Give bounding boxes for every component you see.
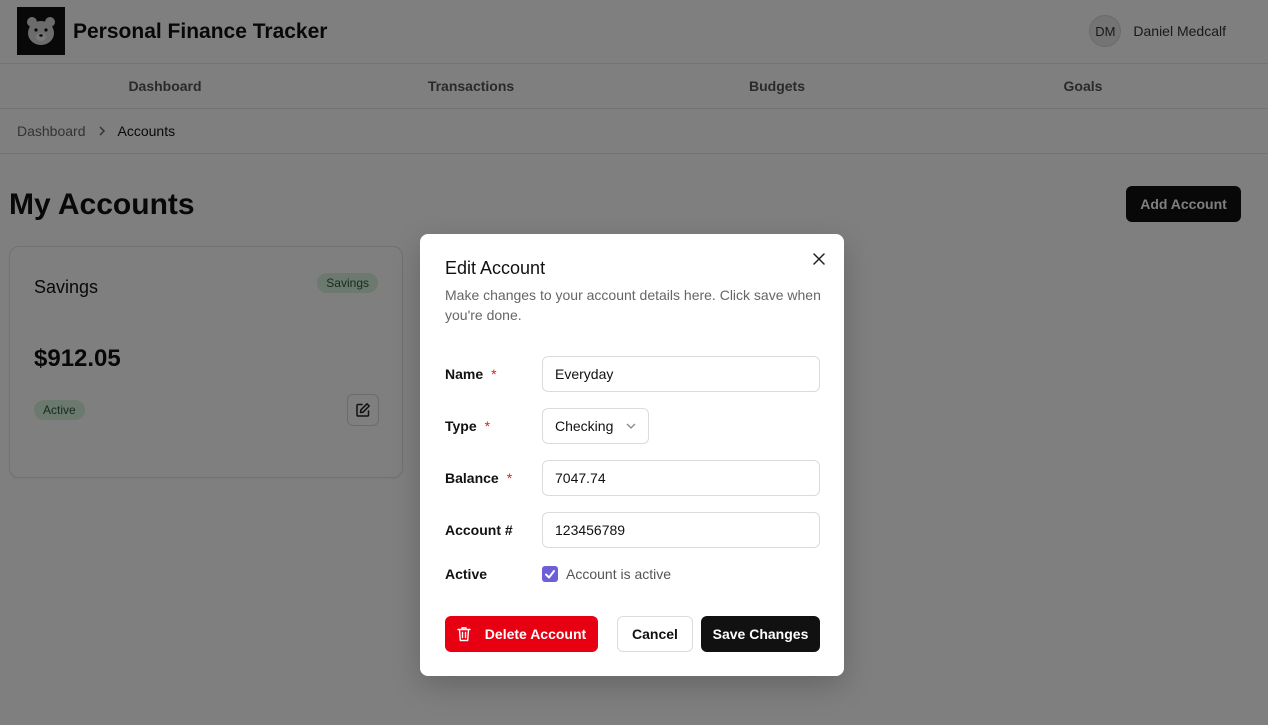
name-input[interactable] [542,356,820,392]
balance-label: Balance * [445,470,512,486]
dialog-title: Edit Account [445,258,546,278]
required-marker: * [484,418,491,434]
required-marker: * [491,366,497,382]
account-number-label: Account # [445,522,513,538]
close-button[interactable] [810,250,828,268]
balance-label-text: Balance [445,470,499,486]
type-select-value: Checking [555,418,614,434]
save-changes-button[interactable]: Save Changes [701,616,820,652]
checkmark-icon [545,570,555,579]
active-checkbox[interactable] [542,566,558,582]
required-marker: * [506,470,513,486]
type-select[interactable]: Checking [542,408,649,444]
dialog-description: Make changes to your account details her… [445,287,821,323]
edit-account-dialog: Edit Account Make changes to your accoun… [420,234,844,676]
type-label-text: Type [445,418,477,434]
delete-account-button[interactable]: Delete Account [445,616,598,652]
chevron-down-icon [626,423,636,429]
active-label: Active [445,566,488,582]
trash-icon [457,627,471,642]
name-label: Name * [445,366,497,382]
name-label-text: Name [445,366,484,382]
active-checkbox-label[interactable]: Account is active [566,566,671,582]
delete-account-label: Delete Account [484,626,587,642]
cancel-button[interactable]: Cancel [617,616,693,652]
close-icon [813,253,825,265]
balance-input[interactable] [542,460,820,496]
type-label: Type * [445,418,490,434]
account-number-input[interactable] [542,512,820,548]
